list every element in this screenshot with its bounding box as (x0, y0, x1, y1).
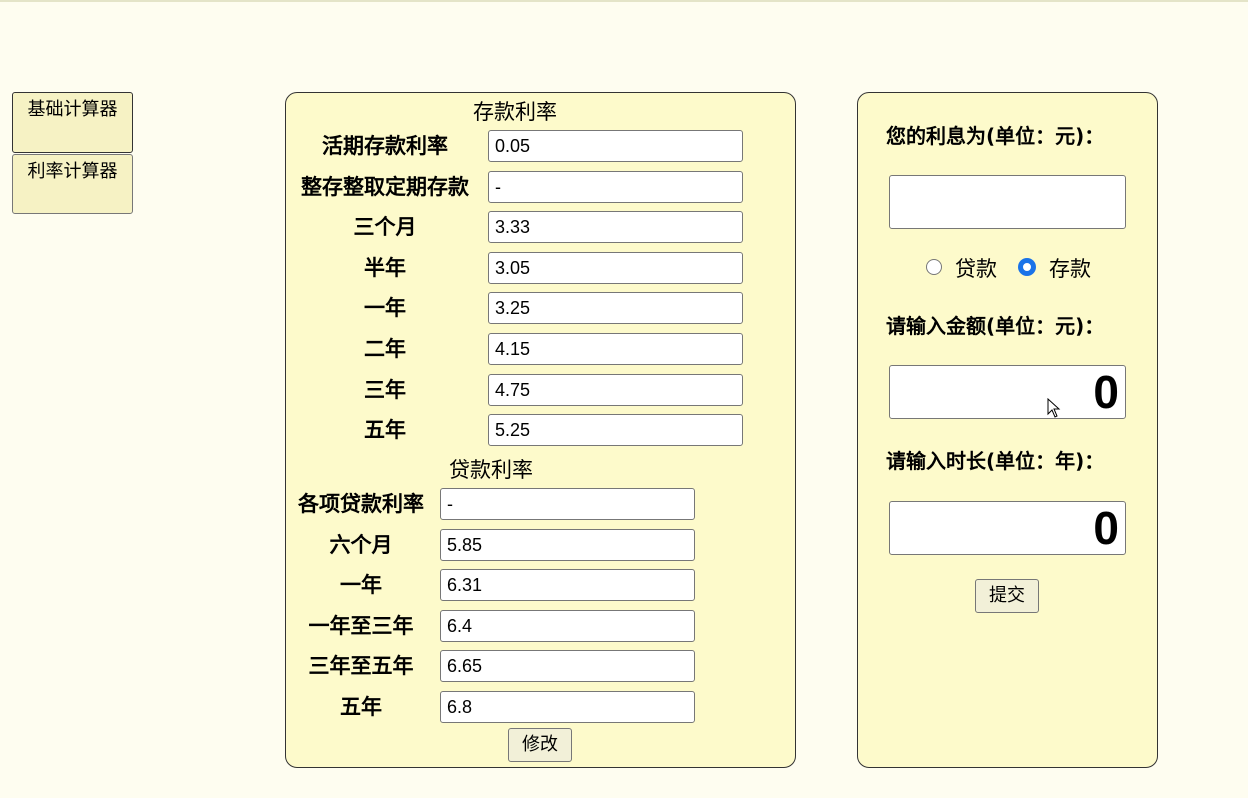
loan-rate-input[interactable]: 6.4 (440, 609, 695, 642)
deposit-rate-input[interactable]: 4.75 (488, 373, 743, 406)
basic-calculator-button[interactable]: 基础计算器 (12, 92, 133, 153)
deposit-rate-label: 活期存款利率 (322, 134, 448, 158)
duration-label: 请输入时长(单位：年)： (886, 449, 1105, 473)
deposit-rate-label: 半年 (364, 255, 406, 280)
deposit-rate-label: 整存整取定期存款 (301, 174, 469, 199)
interest-label: 您的利息为(单位：元)： (886, 124, 1105, 148)
loan-rates-title: 贷款利率 (449, 458, 533, 482)
amount-label: 请输入金额(单位：元)： (886, 314, 1105, 338)
rate-calculator-button[interactable]: 利率计算器 (12, 154, 133, 214)
submit-button[interactable]: 提交 (975, 579, 1039, 613)
amount-input[interactable]: 0 (889, 365, 1126, 419)
deposit-rate-input[interactable]: 3.25 (488, 292, 743, 325)
loan-radio-label[interactable]: 贷款 (955, 253, 997, 283)
deposit-rates-title: 存款利率 (473, 100, 557, 124)
deposit-rate-label: 五年 (364, 418, 406, 443)
loan-rate-label: 各项贷款利率 (298, 492, 424, 516)
loan-rate-input[interactable]: 5.85 (440, 528, 695, 561)
modify-button[interactable]: 修改 (508, 728, 572, 762)
deposit-rate-label: 一年 (364, 296, 406, 321)
deposit-rate-label: 三个月 (353, 215, 417, 240)
deposit-rate-input[interactable]: 5.25 (488, 414, 743, 447)
loan-rate-input[interactable]: 6.8 (440, 691, 695, 723)
interest-output (889, 175, 1126, 229)
mouse-cursor-icon (1047, 398, 1061, 418)
loan-rate-input[interactable]: 6.31 (440, 569, 695, 602)
loan-rate-input[interactable]: - (440, 488, 695, 520)
deposit-radio[interactable] (1019, 259, 1035, 275)
deposit-rate-label: 二年 (364, 337, 406, 361)
deposit-rate-input[interactable]: 0.05 (488, 130, 743, 162)
loan-rate-input[interactable]: 6.65 (440, 650, 695, 683)
duration-input[interactable]: 0 (889, 501, 1126, 555)
deposit-rate-label: 三年 (364, 377, 406, 402)
loan-rate-label: 一年至三年 (308, 613, 414, 638)
deposit-rate-input[interactable]: 3.33 (488, 211, 743, 244)
loan-rate-label: 五年 (340, 695, 382, 719)
loan-rate-label: 六个月 (329, 532, 393, 557)
deposit-rate-input[interactable]: 3.05 (488, 251, 743, 284)
loan-rate-label: 三年至五年 (308, 654, 414, 679)
deposit-radio-label[interactable]: 存款 (1049, 253, 1091, 283)
loan-radio[interactable] (926, 259, 942, 275)
loan-rate-label: 一年 (340, 573, 382, 598)
deposit-rate-input[interactable]: - (488, 170, 743, 203)
deposit-rate-input[interactable]: 4.15 (488, 333, 743, 365)
